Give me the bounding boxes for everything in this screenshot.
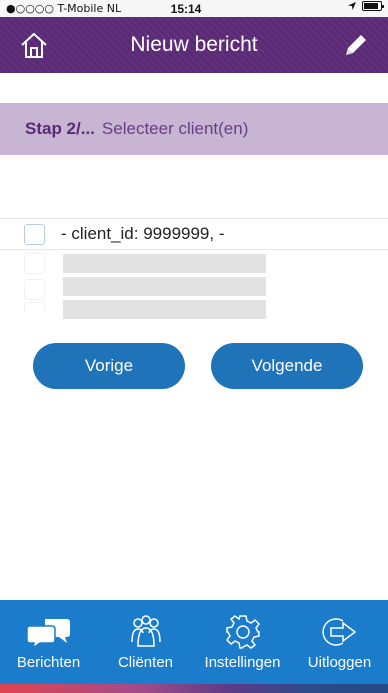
carrier-label: ●○○○○ T-Mobile NL bbox=[6, 2, 122, 15]
redacted-client-label bbox=[63, 300, 266, 319]
redacted-client-label bbox=[63, 254, 266, 273]
tab-bar: Berichten Cliënten Instellingen Uitlogge… bbox=[0, 600, 388, 684]
client-checkbox[interactable] bbox=[24, 253, 45, 274]
status-indicators bbox=[347, 1, 384, 11]
tab-instellingen[interactable]: Instellingen bbox=[194, 600, 291, 684]
people-icon bbox=[126, 614, 166, 650]
battery-icon bbox=[362, 1, 384, 11]
client-checkbox[interactable] bbox=[24, 223, 45, 245]
client-checkbox[interactable] bbox=[24, 302, 45, 312]
decorative-gradient-strip bbox=[0, 684, 388, 693]
step-indicator: Stap 2/... Selecteer client(en) bbox=[0, 103, 388, 155]
redacted-client-label bbox=[63, 277, 266, 296]
page-title: Nieuw bericht bbox=[130, 33, 258, 56]
pencil-icon bbox=[346, 35, 366, 55]
tab-label: Uitloggen bbox=[307, 654, 372, 671]
logout-icon bbox=[321, 614, 359, 650]
tab-uitloggen[interactable]: Uitloggen bbox=[291, 600, 388, 684]
step-description: Selecteer client(en) bbox=[101, 119, 249, 138]
status-bar: ●○○○○ T-Mobile NL 15:14 bbox=[0, 0, 388, 17]
list-item[interactable]: - client_id: 9999999, - bbox=[0, 218, 388, 250]
home-icon bbox=[21, 32, 47, 58]
previous-button[interactable]: Vorige bbox=[33, 343, 185, 389]
tab-clienten[interactable]: Cliënten bbox=[97, 600, 194, 684]
gear-icon bbox=[225, 614, 261, 650]
clock: 15:14 bbox=[170, 1, 202, 16]
client-label: - client_id: 9999999, - bbox=[61, 224, 225, 243]
chat-bubbles-icon bbox=[25, 614, 72, 650]
next-button[interactable]: Volgende bbox=[211, 343, 363, 389]
tab-label: Berichten bbox=[16, 654, 81, 671]
navigation-header: Nieuw bericht bbox=[0, 17, 388, 73]
location-arrow-icon bbox=[348, 2, 356, 10]
client-list: - client_id: 9999999, - bbox=[0, 218, 388, 250]
tab-label: Cliënten bbox=[117, 654, 174, 671]
home-button[interactable] bbox=[18, 29, 50, 61]
compose-button[interactable] bbox=[340, 29, 372, 61]
client-checkbox[interactable] bbox=[24, 279, 45, 300]
tab-label: Instellingen bbox=[204, 654, 281, 671]
tab-berichten[interactable]: Berichten bbox=[0, 600, 97, 684]
step-number: Stap 2/... bbox=[25, 119, 95, 138]
